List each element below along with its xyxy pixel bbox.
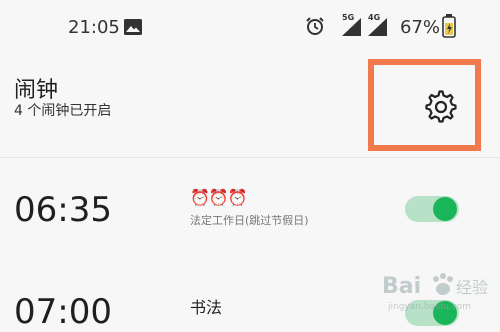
- alarm-repeat-description: 法定工作日(跳过节假日): [190, 214, 309, 227]
- signal-5g-icon: 5G: [340, 13, 362, 41]
- status-time: 21:05: [68, 17, 120, 38]
- network-5g-label: 5G: [342, 13, 355, 22]
- alarm-label: 书法: [190, 298, 223, 317]
- watermark-text: Bai: [382, 274, 421, 299]
- svg-text:jingyan.baidu.com: jingyan.baidu.com: [387, 302, 471, 312]
- alarm-clock-icons: ⏰⏰⏰: [190, 188, 248, 207]
- network-4g-label: 4G: [368, 13, 381, 22]
- signal-4g-icon: 4G: [366, 13, 388, 41]
- battery-icon: [442, 14, 456, 42]
- alarm-toggle[interactable]: [405, 196, 459, 222]
- gallery-icon: [124, 19, 142, 39]
- gear-icon[interactable]: [424, 90, 458, 128]
- svg-text:经验: 经验: [456, 278, 488, 297]
- alarm-count-subtitle: 4 个闹钟已开启: [14, 103, 112, 119]
- alarm-icon: [305, 16, 325, 40]
- battery-percent: 67%: [400, 17, 441, 38]
- toggle-knob: [433, 197, 457, 221]
- divider: [0, 157, 500, 158]
- alarm-time[interactable]: 06:35: [14, 190, 112, 230]
- status-bar: 21:05 5G 4G 67%: [0, 0, 500, 50]
- alarm-time[interactable]: 07:00: [14, 292, 112, 332]
- baidu-watermark-logo: Bai 经验 jingyan.baidu.com: [380, 265, 495, 319]
